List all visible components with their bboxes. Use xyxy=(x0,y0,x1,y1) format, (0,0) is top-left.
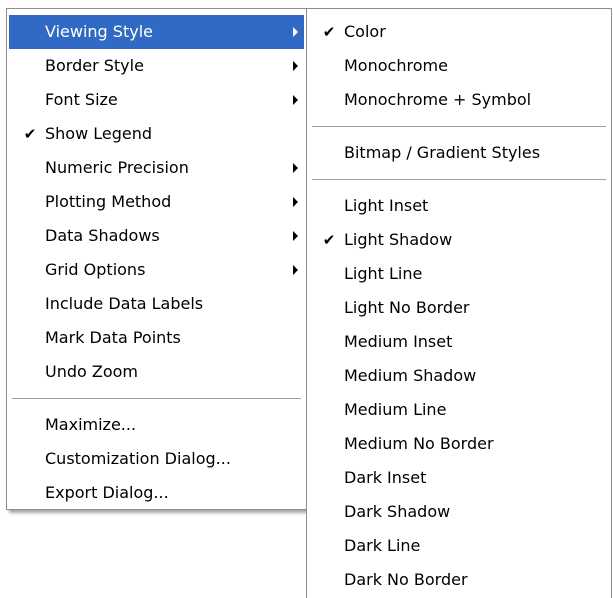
menu-item-include-data-labels[interactable]: Include Data Labels xyxy=(9,287,304,321)
menu-item-export-dialog[interactable]: Export Dialog... xyxy=(9,476,304,510)
submenu-arrow-icon xyxy=(293,231,298,241)
submenu-item-medium-line[interactable]: Medium Line xyxy=(309,393,609,427)
menu-item-label: Undo Zoom xyxy=(45,362,139,381)
menu-item-label: Dark Shadow xyxy=(344,502,451,521)
menu-separator xyxy=(309,170,609,189)
submenu-item-medium-shadow[interactable]: Medium Shadow xyxy=(309,359,609,393)
menu-item-label: Plotting Method xyxy=(45,192,172,211)
context-menu: Viewing Style Border Style Font Size ✔ S… xyxy=(6,8,307,510)
menu-separator xyxy=(9,389,304,408)
submenu-item-monochrome[interactable]: Monochrome xyxy=(309,49,609,83)
submenu-arrow-icon xyxy=(293,197,298,207)
submenu-item-color[interactable]: ✔ Color xyxy=(309,15,609,49)
submenu-item-light-line[interactable]: Light Line xyxy=(309,257,609,291)
menu-item-label: Maximize... xyxy=(45,415,137,434)
menu-item-mark-data-points[interactable]: Mark Data Points xyxy=(9,321,304,355)
menu-item-label: Medium Line xyxy=(344,400,447,419)
menu-item-label: Customization Dialog... xyxy=(45,449,231,468)
check-icon: ✔ xyxy=(23,125,37,143)
submenu-item-light-no-border[interactable]: Light No Border xyxy=(309,291,609,325)
submenu-arrow-icon xyxy=(293,163,298,173)
submenu-item-dark-line[interactable]: Dark Line xyxy=(309,529,609,563)
menu-item-label: Medium Shadow xyxy=(344,366,477,385)
menu-item-plotting-method[interactable]: Plotting Method xyxy=(9,185,304,219)
menu-item-grid-options[interactable]: Grid Options xyxy=(9,253,304,287)
submenu-item-medium-inset[interactable]: Medium Inset xyxy=(309,325,609,359)
submenu-arrow-icon xyxy=(293,61,298,71)
menu-separator xyxy=(309,117,609,136)
submenu-item-light-inset[interactable]: Light Inset xyxy=(309,189,609,223)
submenu-item-medium-no-border[interactable]: Medium No Border xyxy=(309,427,609,461)
menu-item-label: Light Inset xyxy=(344,196,429,215)
menu-item-label: Monochrome xyxy=(344,56,448,75)
menu-item-label: Light Shadow xyxy=(344,230,453,249)
menu-item-label: Grid Options xyxy=(45,260,146,279)
menu-item-show-legend[interactable]: ✔ Show Legend xyxy=(9,117,304,151)
menu-item-customization-dialog[interactable]: Customization Dialog... xyxy=(9,442,304,476)
menu-item-label: Include Data Labels xyxy=(45,294,204,313)
submenu-item-dark-no-border[interactable]: Dark No Border xyxy=(309,563,609,597)
menu-item-label: Numeric Precision xyxy=(45,158,189,177)
menu-item-label: Medium Inset xyxy=(344,332,453,351)
menu-item-label: Dark No Border xyxy=(344,570,468,589)
menu-item-label: Show Legend xyxy=(45,124,153,143)
check-icon: ✔ xyxy=(322,231,336,249)
menu-item-label: Medium No Border xyxy=(344,434,494,453)
menu-item-label: Light No Border xyxy=(344,298,470,317)
submenu-arrow-icon xyxy=(293,27,298,37)
menu-item-label: Font Size xyxy=(45,90,118,109)
menu-item-label: Data Shadows xyxy=(45,226,160,245)
menu-item-label: Light Line xyxy=(344,264,423,283)
menu-item-border-style[interactable]: Border Style xyxy=(9,49,304,83)
menu-item-label: Viewing Style xyxy=(45,22,153,41)
menu-item-label: Dark Inset xyxy=(344,468,427,487)
menu-item-label: Export Dialog... xyxy=(45,483,169,502)
menu-item-label: Bitmap / Gradient Styles xyxy=(344,143,541,162)
viewing-style-submenu: ✔ Color Monochrome Monochrome + Symbol B… xyxy=(306,8,612,598)
submenu-item-dark-shadow[interactable]: Dark Shadow xyxy=(309,495,609,529)
menu-item-maximize[interactable]: Maximize... xyxy=(9,408,304,442)
menu-item-numeric-precision[interactable]: Numeric Precision xyxy=(9,151,304,185)
menu-item-label: Mark Data Points xyxy=(45,328,181,347)
menu-item-label: Color xyxy=(344,22,386,41)
check-icon: ✔ xyxy=(322,23,336,41)
submenu-arrow-icon xyxy=(293,265,298,275)
submenu-item-monochrome-symbol[interactable]: Monochrome + Symbol xyxy=(309,83,609,117)
submenu-item-bitmap-gradient-styles[interactable]: Bitmap / Gradient Styles xyxy=(309,136,609,170)
menu-item-data-shadows[interactable]: Data Shadows xyxy=(9,219,304,253)
submenu-item-light-shadow[interactable]: ✔ Light Shadow xyxy=(309,223,609,257)
menu-item-label: Dark Line xyxy=(344,536,421,555)
menu-item-undo-zoom[interactable]: Undo Zoom xyxy=(9,355,304,389)
menu-item-viewing-style[interactable]: Viewing Style xyxy=(9,15,304,49)
menu-item-label: Monochrome + Symbol xyxy=(344,90,532,109)
menu-item-label: Border Style xyxy=(45,56,144,75)
menu-item-font-size[interactable]: Font Size xyxy=(9,83,304,117)
submenu-arrow-icon xyxy=(293,95,298,105)
submenu-item-dark-inset[interactable]: Dark Inset xyxy=(309,461,609,495)
